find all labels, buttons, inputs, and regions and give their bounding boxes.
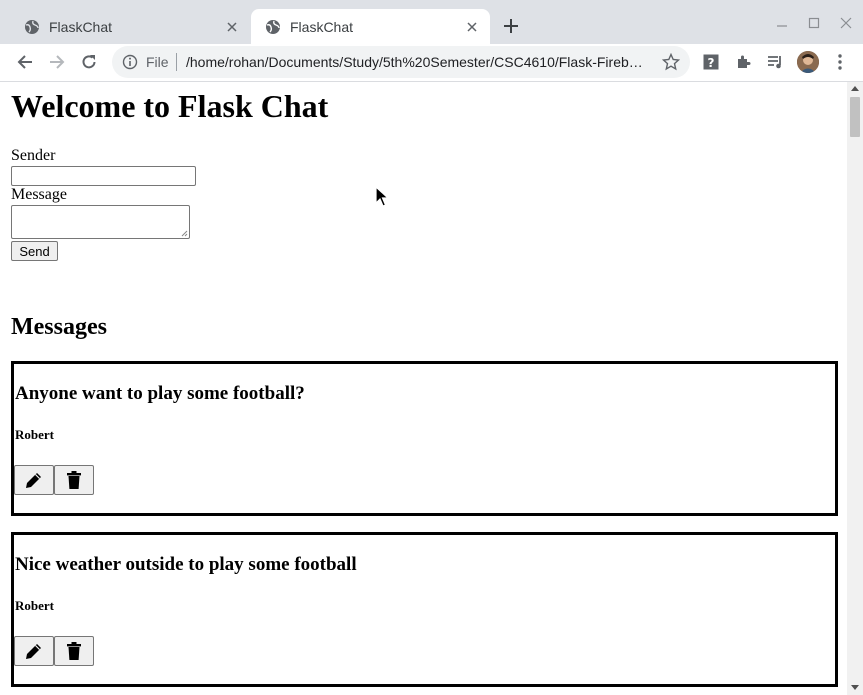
forward-arrow-icon[interactable] <box>44 49 70 75</box>
sender-label: Sender <box>11 147 56 164</box>
close-window-icon[interactable] <box>835 12 857 34</box>
back-arrow-icon[interactable] <box>12 49 38 75</box>
delete-button[interactable] <box>54 465 94 495</box>
bookmark-star-icon[interactable] <box>662 53 680 71</box>
close-tab-icon[interactable] <box>464 19 480 35</box>
message-sender: Robert <box>15 598 54 613</box>
scroll-down-arrow-icon[interactable] <box>851 685 859 690</box>
globe-icon <box>25 19 39 34</box>
trash-icon <box>67 471 81 489</box>
messages-heading: Messages <box>11 314 107 340</box>
message-sender: Robert <box>15 427 54 442</box>
page-title: Welcome to Flask Chat <box>11 88 329 124</box>
svg-text:?: ? <box>708 56 715 70</box>
message-card: Anyone want to play some football? Rober… <box>11 361 838 516</box>
browser-toolbar: File /home/rohan/Documents/Study/5th%20S… <box>0 44 863 82</box>
trash-icon <box>67 642 81 660</box>
address-bar[interactable]: File /home/rohan/Documents/Study/5th%20S… <box>112 46 690 78</box>
message-label: Message <box>11 186 67 203</box>
delete-button[interactable] <box>54 636 94 666</box>
edit-button[interactable] <box>14 465 54 495</box>
minimize-icon[interactable] <box>771 12 793 34</box>
divider <box>176 53 177 71</box>
mouse-cursor-icon <box>375 186 389 207</box>
sender-input[interactable] <box>11 166 196 186</box>
message-textarea[interactable] <box>11 205 190 239</box>
help-extension-icon[interactable]: ? <box>698 49 724 75</box>
extensions-puzzle-icon[interactable] <box>730 49 756 75</box>
page-viewport: Welcome to Flask Chat Sender Message Sen… <box>0 82 863 695</box>
pencil-icon <box>26 473 41 488</box>
url-scheme: File <box>146 54 169 70</box>
new-tab-icon[interactable] <box>500 15 522 37</box>
scroll-up-arrow-icon[interactable] <box>851 86 859 91</box>
vertical-scrollbar[interactable] <box>847 82 863 695</box>
tab-strip: FlaskChat FlaskChat <box>0 0 863 44</box>
info-icon[interactable] <box>122 54 138 70</box>
globe-icon <box>266 19 280 34</box>
message-card: Nice weather outside to play some footba… <box>11 532 838 687</box>
message-text: Anyone want to play some football? <box>15 383 305 404</box>
media-queue-icon[interactable] <box>762 49 788 75</box>
edit-button[interactable] <box>14 636 54 666</box>
tab-flaskchat-1[interactable]: FlaskChat <box>10 9 250 44</box>
url-text[interactable]: /home/rohan/Documents/Study/5th%20Semest… <box>186 54 646 70</box>
menu-kebab-icon[interactable] <box>827 49 853 75</box>
message-text: Nice weather outside to play some footba… <box>15 554 357 575</box>
scrollbar-thumb[interactable] <box>850 97 860 137</box>
pencil-icon <box>26 644 41 659</box>
close-tab-icon[interactable] <box>224 19 240 35</box>
tab-flaskchat-2[interactable]: FlaskChat <box>251 9 490 44</box>
tab-title: FlaskChat <box>290 18 354 35</box>
resize-handle-icon[interactable] <box>181 230 188 237</box>
tab-title: FlaskChat <box>49 18 113 35</box>
reload-icon[interactable] <box>76 49 102 75</box>
profile-avatar[interactable] <box>797 51 819 73</box>
send-button[interactable]: Send <box>11 241 58 261</box>
maximize-icon[interactable] <box>803 12 825 34</box>
